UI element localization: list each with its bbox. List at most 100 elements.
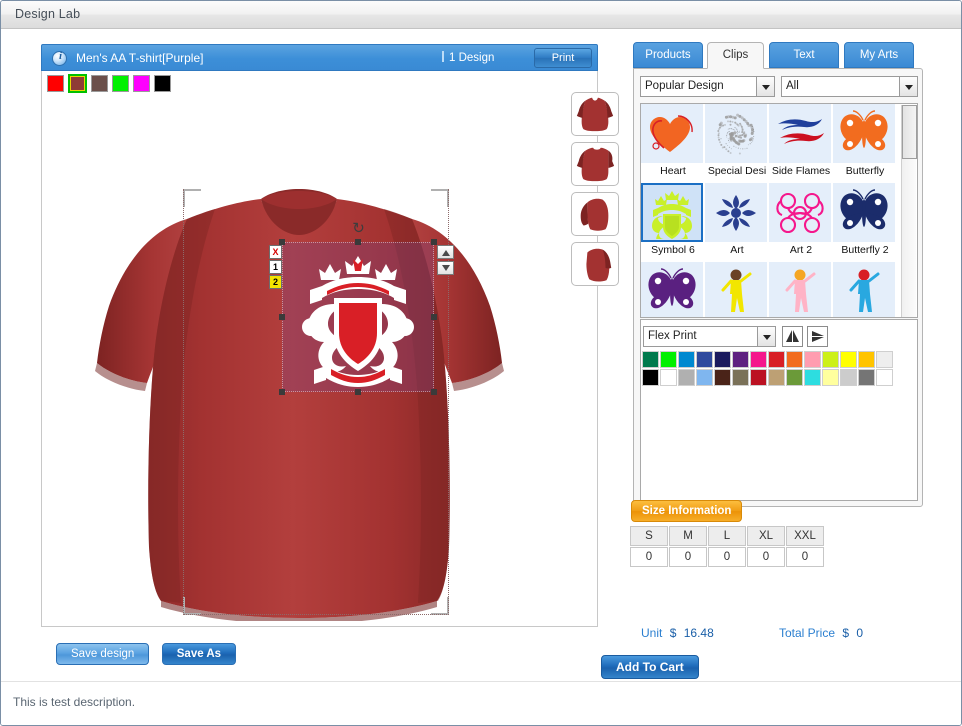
clip-thumbnail-butterfly-icon[interactable]: [833, 183, 895, 242]
size-qty-s[interactable]: 0: [630, 547, 668, 567]
tab-clips[interactable]: Clips: [707, 42, 764, 69]
layer-1-button[interactable]: 1: [269, 260, 282, 274]
clip-thumbnail-flames-icon[interactable]: [769, 104, 831, 163]
resize-handle-middle-right[interactable]: [431, 314, 437, 320]
palette-swatch-r2-c12[interactable]: [840, 369, 857, 386]
clip-item[interactable]: Heart: [641, 104, 705, 183]
size-qty-m[interactable]: 0: [669, 547, 707, 567]
resize-handle-middle-left[interactable]: [279, 314, 285, 320]
chevron-down-icon[interactable]: [757, 327, 775, 346]
palette-swatch-r1-c3[interactable]: [678, 351, 695, 368]
clip-gallery[interactable]: Heart Special Desi Side Flames Butterfly Sym…: [640, 103, 918, 318]
selected-design[interactable]: ↻ X 1 2: [269, 221, 454, 395]
palette-swatch-r2-c9[interactable]: [786, 369, 803, 386]
palette-swatch-r2-c2[interactable]: [660, 369, 677, 386]
clip-gallery-scrollbar[interactable]: [901, 105, 917, 317]
clip-item[interactable]: Symbol 6: [641, 183, 705, 262]
clip-item[interactable]: Dancing girl: [705, 262, 769, 317]
save-as-button[interactable]: Save As: [161, 643, 237, 665]
clip-thumbnail-butterfly-icon[interactable]: [641, 262, 703, 317]
view-thumbnail-right-view[interactable]: [571, 242, 619, 286]
flip-horizontal-icon[interactable]: [782, 326, 803, 347]
clip-item[interactable]: Side Flames: [769, 104, 833, 183]
view-thumbnail-back-view[interactable]: [571, 142, 619, 186]
palette-swatch-r1-c2[interactable]: [660, 351, 677, 368]
clip-thumbnail-dancer-icon[interactable]: [769, 262, 831, 317]
clip-item[interactable]: Butterfly 3: [641, 262, 705, 317]
palette-swatch-r2-c5[interactable]: [714, 369, 731, 386]
chevron-down-icon[interactable]: [756, 77, 774, 96]
palette-swatch-r2-c8[interactable]: [768, 369, 785, 386]
chevron-down-icon[interactable]: [899, 77, 917, 96]
palette-swatch-r1-c7[interactable]: [750, 351, 767, 368]
delete-design-button[interactable]: X: [269, 245, 282, 259]
palette-swatch-r1-c14[interactable]: [876, 351, 893, 368]
flip-vertical-icon[interactable]: [807, 326, 828, 347]
palette-swatch-r2-c3[interactable]: [678, 369, 695, 386]
palette-swatch-r2-c10[interactable]: [804, 369, 821, 386]
palette-swatch-r1-c12[interactable]: [840, 351, 857, 368]
palette-swatch-r2-c11[interactable]: [822, 369, 839, 386]
add-to-cart-button[interactable]: Add To Cart: [601, 655, 699, 679]
save-design-button[interactable]: Save design: [56, 643, 150, 665]
design-artwork-crest[interactable]: [282, 242, 434, 392]
palette-swatch-r1-c9[interactable]: [786, 351, 803, 368]
arrow-up-icon[interactable]: [437, 245, 454, 259]
palette-swatch-r2-c6[interactable]: [732, 369, 749, 386]
palette-swatch-r2-c1[interactable]: [642, 369, 659, 386]
clip-thumbnail-swirl-icon[interactable]: [705, 183, 767, 242]
tab-text[interactable]: Text: [769, 42, 839, 68]
resize-handle-bottom-left[interactable]: [279, 389, 285, 395]
resize-handle-bottom-center[interactable]: [355, 389, 361, 395]
shirt-color-swatch-magenta[interactable]: [133, 75, 150, 92]
clip-item[interactable]: Butterfly 2: [833, 183, 897, 262]
palette-swatch-r1-c11[interactable]: [822, 351, 839, 368]
category-select[interactable]: Popular Design: [640, 76, 775, 97]
resize-handle-top-center[interactable]: [355, 239, 361, 245]
clip-item[interactable]: Dancing girl: [769, 262, 833, 317]
palette-swatch-r1-c6[interactable]: [732, 351, 749, 368]
clip-thumbnail-crest-icon[interactable]: [641, 183, 703, 242]
clip-thumbnail-heart-icon[interactable]: [641, 104, 703, 163]
palette-swatch-r1-c4[interactable]: [696, 351, 713, 368]
palette-swatch-r2-c7[interactable]: [750, 369, 767, 386]
palette-swatch-r2-c4[interactable]: [696, 369, 713, 386]
shirt-color-swatch-black[interactable]: [154, 75, 171, 92]
layer-2-button[interactable]: 2: [269, 275, 282, 289]
palette-swatch-r1-c8[interactable]: [768, 351, 785, 368]
shirt-color-swatch-brown[interactable]: [91, 75, 108, 92]
filter-select[interactable]: All: [781, 76, 918, 97]
palette-swatch-r1-c10[interactable]: [804, 351, 821, 368]
rotate-handle[interactable]: ↻: [351, 221, 366, 236]
palette-swatch-r2-c13[interactable]: [858, 369, 875, 386]
shirt-color-swatch-red[interactable]: [47, 75, 64, 92]
shirt-color-swatch-green[interactable]: [112, 75, 129, 92]
clip-item[interactable]: Special Desi: [705, 104, 769, 183]
clip-item[interactable]: Art: [705, 183, 769, 262]
palette-swatch-r1-c1[interactable]: [642, 351, 659, 368]
clip-item[interactable]: Butterfly: [833, 104, 897, 183]
resize-handle-bottom-right[interactable]: [431, 389, 437, 395]
size-qty-xl[interactable]: 0: [747, 547, 785, 567]
view-thumbnail-left-view[interactable]: [571, 192, 619, 236]
size-qty-l[interactable]: 0: [708, 547, 746, 567]
print-type-select[interactable]: Flex Print: [643, 326, 776, 347]
clip-item[interactable]: Dancing girl: [833, 262, 897, 317]
clip-thumbnail-swirl2-icon[interactable]: [769, 183, 831, 242]
palette-swatch-r1-c5[interactable]: [714, 351, 731, 368]
size-qty-xxl[interactable]: 0: [786, 547, 824, 567]
palette-swatch-r1-c13[interactable]: [858, 351, 875, 368]
tab-my-arts[interactable]: My Arts: [844, 42, 914, 68]
size-information-button[interactable]: Size Information: [631, 500, 743, 522]
design-canvas[interactable]: ↻ X 1 2: [41, 71, 598, 627]
print-button[interactable]: Print: [534, 48, 592, 68]
shirt-color-swatch-maroon[interactable]: [68, 74, 87, 93]
arrow-down-icon[interactable]: [437, 261, 454, 275]
clip-thumbnail-butterfly-icon[interactable]: [833, 104, 895, 163]
clip-thumbnail-dancer-icon[interactable]: [705, 262, 767, 317]
view-thumbnail-front-view[interactable]: [571, 92, 619, 136]
palette-swatch-r2-c14[interactable]: [876, 369, 893, 386]
clip-thumbnail-dancer-icon[interactable]: [833, 262, 895, 317]
tab-products[interactable]: Products: [633, 42, 703, 68]
scrollbar-thumb[interactable]: [902, 105, 917, 159]
